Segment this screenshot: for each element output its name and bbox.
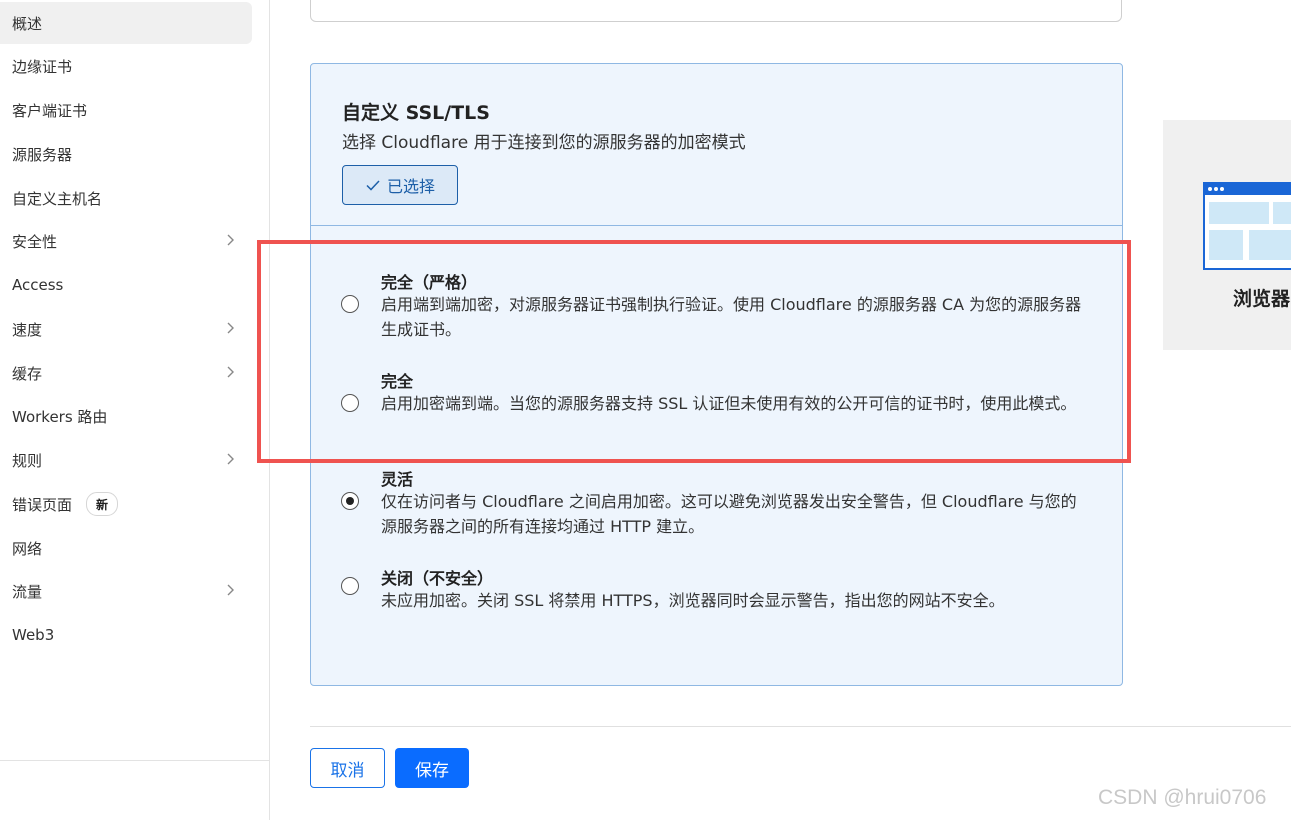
chevron-right-icon <box>227 584 234 596</box>
card-subtitle: 选择 Cloudflare 用于连接到您的源服务器的加密模式 <box>342 133 746 153</box>
check-icon <box>366 180 380 191</box>
option-description: 启用端到端加密，对源服务器证书强制执行验证。使用 Cloudflare 的源服务… <box>381 295 1082 339</box>
promo-label: 浏览器 <box>1233 288 1291 310</box>
sidebar-item-access[interactable]: Access <box>0 264 252 306</box>
browser-window-icon <box>1203 182 1291 270</box>
chevron-right-icon <box>227 366 234 378</box>
sidebar-item-label: 网络 <box>12 539 43 558</box>
sidebar-item-label: 安全性 <box>12 232 58 251</box>
sidebar-item-label: 自定义主机名 <box>12 189 103 208</box>
option-title: 完全（严格） <box>381 273 478 292</box>
sidebar-item-network[interactable]: 网络 <box>0 527 252 569</box>
option-title: 灵活 <box>381 470 414 489</box>
option-title: 关闭（不安全） <box>381 569 494 588</box>
new-badge: 新 <box>86 492 119 516</box>
sidebar-item-security[interactable]: 安全性 <box>0 220 252 262</box>
sidebar-item-edge-certificates[interactable]: 边缘证书 <box>0 45 252 87</box>
sidebar-item-custom-hostnames[interactable]: 自定义主机名 <box>0 177 252 219</box>
chevron-right-icon <box>227 453 234 465</box>
sidebar-item-traffic[interactable]: 流量 <box>0 570 252 612</box>
chevron-right-icon <box>227 234 234 246</box>
sidebar-item-error-pages[interactable]: 错误页面 新 <box>0 483 252 525</box>
card-title: 自定义 SSL/TLS <box>342 102 490 124</box>
option-description: 启用加密端到端。当您的源服务器支持 SSL 认证但未使用有效的公开可信的证书时，… <box>381 394 1077 413</box>
card-divider <box>311 225 1122 226</box>
save-button[interactable]: 保存 <box>395 748 469 788</box>
previous-card-edge <box>310 0 1122 22</box>
sidebar-item-label: Workers 路由 <box>12 407 108 426</box>
radio-full-strict[interactable] <box>341 295 359 313</box>
sidebar-item-web3[interactable]: Web3 <box>0 614 252 656</box>
option-title: 完全 <box>381 372 414 391</box>
sidebar-item-label: 缓存 <box>12 364 43 383</box>
sidebar-item-cache[interactable]: 缓存 <box>0 352 252 394</box>
radio-flexible[interactable] <box>341 492 359 510</box>
radio-off[interactable] <box>341 577 359 595</box>
cancel-button[interactable]: 取消 <box>310 748 385 788</box>
actions-divider <box>310 726 1291 727</box>
sidebar-divider <box>0 760 269 761</box>
sidebar-item-label: 流量 <box>12 582 43 601</box>
chevron-right-icon <box>227 322 234 334</box>
sidebar-item-workers-routes[interactable]: Workers 路由 <box>0 395 252 437</box>
sidebar-item-overview[interactable]: 概述 <box>0 2 252 44</box>
radio-full[interactable] <box>341 394 359 412</box>
sidebar-item-label: 速度 <box>12 320 43 339</box>
sidebar-item-origin-server[interactable]: 源服务器 <box>0 133 252 175</box>
sidebar-item-label: 客户端证书 <box>12 101 88 120</box>
browser-promo-panel: 浏览器 <box>1163 120 1291 350</box>
sidebar-item-label: 源服务器 <box>12 145 73 164</box>
sidebar: 概述 边缘证书 客户端证书 源服务器 自定义主机名 安全性 Access 速度 … <box>0 0 270 820</box>
selected-button[interactable]: 已选择 <box>342 165 458 205</box>
sidebar-item-label: 错误页面 <box>12 495 73 514</box>
sidebar-item-label: Web3 <box>12 626 55 644</box>
sidebar-item-label: Access <box>12 276 64 294</box>
sidebar-item-rules[interactable]: 规则 <box>0 439 252 481</box>
sidebar-item-label: 规则 <box>12 451 43 470</box>
sidebar-item-label: 概述 <box>12 14 43 33</box>
selected-button-label: 已选择 <box>386 177 435 196</box>
option-description: 未应用加密。关闭 SSL 将禁用 HTTPS，浏览器同时会显示警告，指出您的网站… <box>381 591 1005 610</box>
sidebar-item-speed[interactable]: 速度 <box>0 308 252 350</box>
sidebar-item-client-certificates[interactable]: 客户端证书 <box>0 89 252 131</box>
watermark: CSDN @hrui0706 <box>1098 786 1267 809</box>
option-description: 仅在访问者与 Cloudflare 之间启用加密。这可以避免浏览器发出安全警告，… <box>381 492 1077 536</box>
sidebar-item-label: 边缘证书 <box>12 57 73 76</box>
custom-ssl-tls-card: 自定义 SSL/TLS 选择 Cloudflare 用于连接到您的源服务器的加密… <box>310 63 1123 686</box>
